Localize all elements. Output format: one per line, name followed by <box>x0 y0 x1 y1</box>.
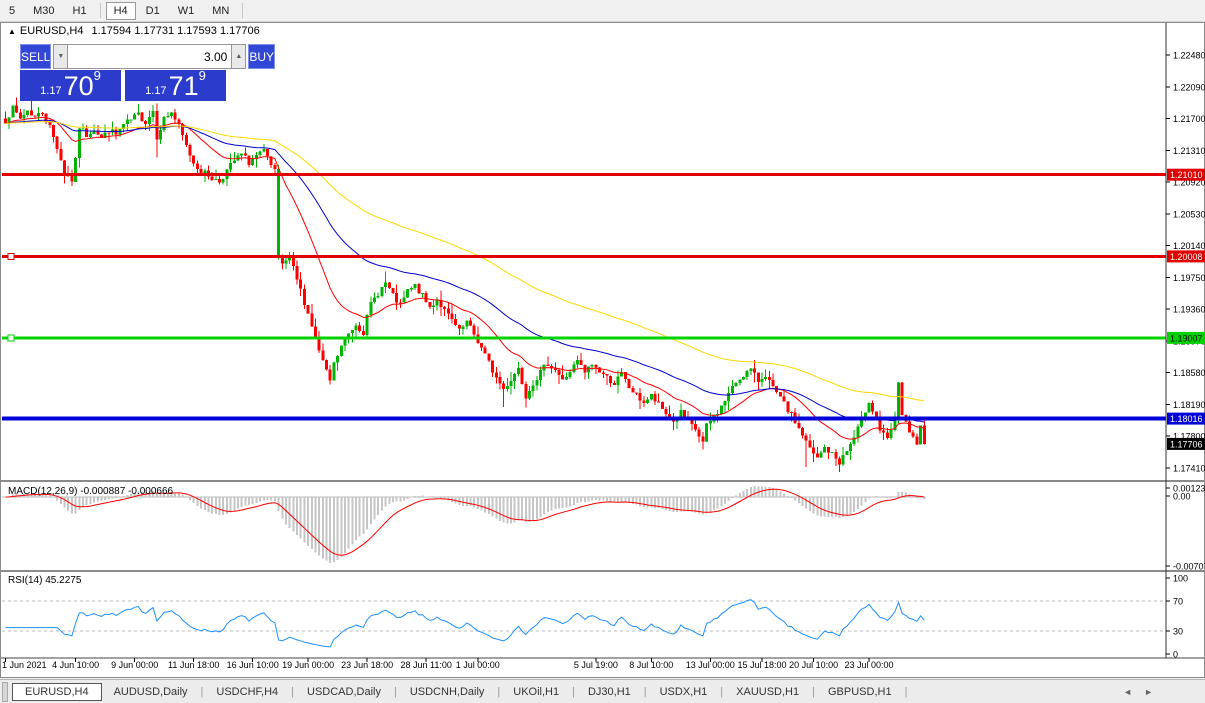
svg-text:1.21700: 1.21700 <box>1173 114 1205 124</box>
tab-separator: | <box>291 686 294 698</box>
chart-area: 1.224801.220901.217001.213101.209201.205… <box>0 22 1205 678</box>
svg-text:1.20008: 1.20008 <box>1170 252 1203 262</box>
svg-text:0: 0 <box>1173 650 1178 660</box>
toolbar-divider <box>242 3 243 18</box>
svg-text:8 Jul 10:00: 8 Jul 10:00 <box>629 660 673 670</box>
svg-text:9 Jun 00:00: 9 Jun 00:00 <box>111 660 158 670</box>
svg-text:1.18016: 1.18016 <box>1170 414 1203 424</box>
tab-separator: | <box>905 686 908 698</box>
tab-splitter[interactable] <box>2 682 8 702</box>
svg-text:15 Jul 18:00: 15 Jul 18:00 <box>737 660 786 670</box>
chart-tab-dj30[interactable]: DJ30,H1 <box>576 683 643 701</box>
svg-text:1.21310: 1.21310 <box>1173 146 1205 156</box>
svg-text:20 Jul 10:00: 20 Jul 10:00 <box>789 660 838 670</box>
svg-text:23 Jun 18:00: 23 Jun 18:00 <box>341 660 393 670</box>
sell-price-pip: 9 <box>94 68 101 83</box>
sell-button[interactable]: SELL <box>20 44 51 69</box>
mt4-window: 5M30H1 H4D1W1MN 1.22480 1.22090 1.21700 1.21… <box>0 0 1205 703</box>
chart-tab-usdchf[interactable]: USDCHF,H4 <box>204 683 290 701</box>
volume-decrease-icon[interactable]: ▼ <box>53 44 68 69</box>
timeframe-button-h1[interactable]: H1 <box>65 2 95 20</box>
timeframe-button-5[interactable]: 5 <box>1 2 23 20</box>
chart-tab-gbpusd[interactable]: GBPUSD,H1 <box>816 683 904 701</box>
chart-tab-ukoil[interactable]: UKOil,H1 <box>501 683 571 701</box>
buy-price-main: 71 <box>169 73 199 100</box>
svg-text:13 Jul 00:00: 13 Jul 00:00 <box>686 660 735 670</box>
svg-text:1.18580: 1.18580 <box>1173 368 1205 378</box>
svg-text:1.19007: 1.19007 <box>1170 333 1203 343</box>
svg-text:1.17706: 1.17706 <box>1170 439 1203 449</box>
svg-text:19 Jun 00:00: 19 Jun 00:00 <box>282 660 334 670</box>
svg-text:1.20140: 1.20140 <box>1173 241 1205 251</box>
buy-price-pip: 9 <box>199 68 206 83</box>
svg-text:1.19360: 1.19360 <box>1173 305 1205 315</box>
tab-separator: | <box>812 686 815 698</box>
chart-tab-usdcnh[interactable]: USDCNH,Daily <box>398 683 497 701</box>
toolbar-divider <box>100 3 101 18</box>
timeframe-button-mn[interactable]: MN <box>204 2 237 20</box>
timeframe-button-d1[interactable]: D1 <box>138 2 168 20</box>
svg-text:1.18190: 1.18190 <box>1173 400 1205 410</box>
timeframe-toolbar: 5M30H1 H4D1W1MN <box>0 0 1205 22</box>
chart-tab-eurusd[interactable]: EURUSD,H4 <box>12 683 102 701</box>
sell-price-prefix: 1.17 <box>40 85 61 97</box>
volume-input[interactable] <box>68 44 231 69</box>
chart-ohlc: 1.17594 1.17731 1.17593 1.17706 <box>92 25 260 37</box>
chart-header: ▲ EURUSD,H4 1.17594 1.17731 1.17593 1.1770… <box>8 25 260 37</box>
rsi-label: RSI(14) 45.2275 <box>8 575 81 586</box>
tab-separator: | <box>720 686 723 698</box>
svg-text:1.22480: 1.22480 <box>1173 51 1205 61</box>
sell-price-main: 70 <box>64 73 94 100</box>
buy-button[interactable]: BUY <box>248 44 275 69</box>
chart-tab-usdcad[interactable]: USDCAD,Daily <box>295 683 393 701</box>
chart-tab-xauusd[interactable]: XAUUSD,H1 <box>724 683 811 701</box>
svg-text:1.17410: 1.17410 <box>1173 464 1205 474</box>
svg-text:30: 30 <box>1173 627 1183 637</box>
timeframe-button-w1[interactable]: W1 <box>170 2 203 20</box>
svg-text:28 Jun 11:00: 28 Jun 11:00 <box>401 660 452 670</box>
svg-text:0.00: 0.00 <box>1173 492 1191 502</box>
svg-text:70: 70 <box>1173 596 1183 606</box>
svg-text:1 Jul 00:00: 1 Jul 00:00 <box>456 660 500 670</box>
macd-label: MACD(12,26,9) -0.000887 -0.000666 <box>8 486 173 497</box>
buy-price-prefix: 1.17 <box>145 85 166 97</box>
tab-separator: | <box>201 686 204 698</box>
svg-text:1.19750: 1.19750 <box>1173 273 1205 283</box>
tab-separator: | <box>572 686 575 698</box>
sell-price[interactable]: 1.17709 <box>20 70 121 101</box>
svg-text:16 Jun 10:00: 16 Jun 10:00 <box>227 660 279 670</box>
tab-scroll-arrows[interactable]: ◄► <box>1123 687 1165 697</box>
chart-tab-usdx[interactable]: USDX,H1 <box>648 683 720 701</box>
svg-text:1.22090: 1.22090 <box>1173 82 1205 92</box>
tab-separator: | <box>497 686 500 698</box>
svg-text:4 Jun 10:00: 4 Jun 10:00 <box>52 660 99 670</box>
svg-text:5 Jul 19:00: 5 Jul 19:00 <box>574 660 618 670</box>
one-click-trading-panel: SELL ▼ ▲ BUY 1.17709 1.17719 <box>20 44 226 101</box>
svg-text:100: 100 <box>1173 574 1188 584</box>
tab-separator: | <box>644 686 647 698</box>
svg-text:-0.00707: -0.00707 <box>1173 562 1205 572</box>
volume-spinner: ▼ ▲ <box>53 44 246 69</box>
symbol-marker-icon: ▲ <box>8 27 16 36</box>
tab-separator: | <box>394 686 397 698</box>
svg-text:1.20530: 1.20530 <box>1173 209 1205 219</box>
chart-tab-audusd[interactable]: AUDUSD,Daily <box>102 683 200 701</box>
timeframe-button-h4[interactable]: H4 <box>106 2 136 20</box>
buy-price[interactable]: 1.17719 <box>125 70 226 101</box>
svg-text:11 Jun 18:00: 11 Jun 18:00 <box>168 660 219 670</box>
timeframe-button-m30[interactable]: M30 <box>25 2 62 20</box>
svg-text:23 Jul 00:00: 23 Jul 00:00 <box>844 660 893 670</box>
chart-symbol: EURUSD,H4 <box>20 25 84 37</box>
svg-text:1.21010: 1.21010 <box>1170 170 1203 180</box>
svg-text:1 Jun 2021: 1 Jun 2021 <box>2 660 47 670</box>
volume-increase-icon[interactable]: ▲ <box>231 44 246 69</box>
chart-canvas[interactable]: 1.224801.220901.217001.213101.209201.205… <box>0 22 1205 683</box>
symbol-tab-bar: EURUSD,H4AUDUSD,Daily|USDCHF,H4|USDCAD,D… <box>0 679 1205 703</box>
